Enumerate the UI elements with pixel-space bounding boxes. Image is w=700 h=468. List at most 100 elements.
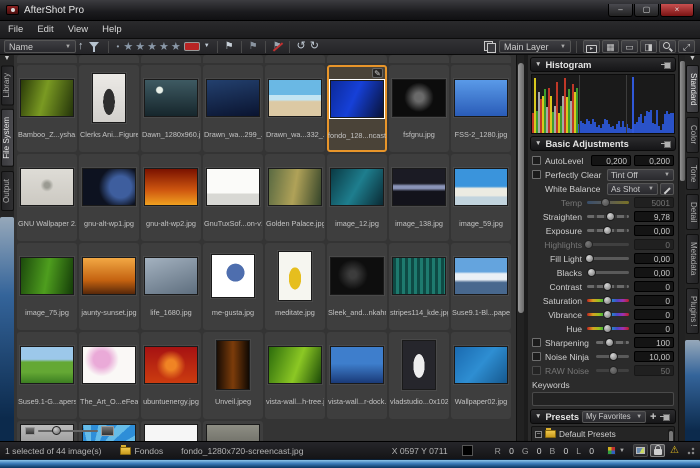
keywords-input[interactable] bbox=[532, 392, 674, 406]
autolevel-high-value[interactable]: 0,200 bbox=[634, 155, 674, 166]
filter-icon[interactable] bbox=[89, 41, 100, 53]
thumbnail-cell[interactable]: GNU Wallpaper 2.jpg bbox=[17, 154, 77, 241]
thumbnail-cell[interactable]: Wallpaper02.jpg bbox=[451, 332, 511, 419]
slider-handle[interactable] bbox=[603, 282, 612, 291]
tab-tone[interactable]: Tone bbox=[686, 157, 699, 190]
presets-favorites-dropdown[interactable]: My Favorites ▼ bbox=[582, 411, 646, 423]
close-button[interactable]: × bbox=[660, 4, 694, 17]
slider-value[interactable]: 50 bbox=[634, 365, 674, 376]
slider-value[interactable]: 0 bbox=[634, 281, 674, 292]
noise-ninja-slider[interactable] bbox=[596, 355, 629, 358]
thumbnail-cell-cut[interactable] bbox=[79, 55, 139, 63]
vibrance-slider[interactable] bbox=[587, 313, 629, 316]
thumbnail-cell[interactable]: Unveil.jpeg bbox=[203, 332, 263, 419]
autolevel-low-value[interactable]: 0,200 bbox=[591, 155, 631, 166]
thumbnail-cell[interactable]: ubuntuenergy.jpg bbox=[141, 332, 201, 419]
thumbnail-cell-cut[interactable] bbox=[327, 55, 387, 63]
slider-handle[interactable] bbox=[584, 240, 593, 249]
white-balance-dropper-button[interactable] bbox=[660, 183, 674, 195]
star-rating-2[interactable]: ★ bbox=[135, 40, 145, 53]
basic-adjustments-header[interactable]: ▼ Basic Adjustments bbox=[530, 136, 676, 151]
title-bar[interactable]: AfterShot Pro – ▢ × bbox=[0, 0, 700, 21]
autolevel-checkbox[interactable] bbox=[532, 156, 541, 165]
flag-clear-icon[interactable]: ⚑ bbox=[273, 41, 282, 52]
slider-value[interactable]: 5001 bbox=[634, 197, 674, 208]
blacks-slider[interactable] bbox=[587, 271, 629, 274]
collapse-icon[interactable]: ▼ bbox=[535, 140, 541, 147]
rotate-left-icon[interactable]: ↺ bbox=[297, 40, 306, 53]
slider-handle[interactable] bbox=[601, 198, 610, 207]
contrast-slider[interactable] bbox=[587, 285, 629, 288]
collapse-icon[interactable]: ▼ bbox=[535, 61, 541, 68]
thumbnail-cell[interactable]: FSS-2_1280.jpg bbox=[451, 65, 511, 152]
preset-folder-row[interactable]: − Default Presets bbox=[535, 429, 671, 439]
slider-handle[interactable] bbox=[606, 212, 615, 221]
perfectly-clear-checkbox[interactable] bbox=[532, 170, 541, 179]
pin-icon[interactable] bbox=[661, 60, 671, 69]
collapse-box-icon[interactable]: − bbox=[535, 431, 542, 438]
color-management-dropdown-icon[interactable]: ▼ bbox=[619, 448, 625, 454]
tab-library[interactable]: Library bbox=[1, 65, 14, 105]
thumbnail-cell[interactable]: vista-wall...r-dock.jpg bbox=[327, 332, 387, 419]
collapse-icon[interactable]: ▼ bbox=[535, 413, 541, 420]
maximize-button[interactable]: ▢ bbox=[634, 4, 659, 17]
current-folder[interactable]: Fondos bbox=[135, 446, 164, 456]
thumbnail-cell[interactable]: image_138.jpg bbox=[389, 154, 449, 241]
slider-handle[interactable] bbox=[587, 268, 596, 277]
warning-button[interactable]: ⚠ bbox=[667, 444, 682, 457]
thumbnail-cell[interactable]: Bamboo_Z...ysha.jpg bbox=[17, 65, 77, 152]
tab-output[interactable]: Output bbox=[1, 171, 14, 211]
single-view-button[interactable]: ▭ bbox=[621, 40, 638, 53]
magnifier-button[interactable] bbox=[659, 40, 676, 53]
straighten-slider[interactable] bbox=[587, 215, 629, 218]
split-view-button[interactable]: ◨ bbox=[640, 40, 657, 53]
tab-metadata[interactable]: Metadata bbox=[686, 234, 699, 283]
rotate-right-icon[interactable]: ↻ bbox=[310, 40, 319, 53]
color-management-button[interactable] bbox=[604, 444, 619, 457]
slider-value[interactable]: 0 bbox=[634, 323, 674, 334]
slider-value[interactable]: 100 bbox=[634, 337, 674, 348]
layer-dropdown[interactable]: Main Layer ▼ bbox=[499, 40, 571, 53]
thumbnail-cell-cut[interactable] bbox=[265, 55, 325, 63]
thumbnail-cell[interactable]: Drawn_wa...332_.jpg bbox=[265, 65, 325, 152]
thumbnail-cell-cut[interactable] bbox=[451, 55, 511, 63]
slider-handle[interactable] bbox=[609, 366, 618, 375]
thumbnail-cell[interactable]: Suse9.1-G...apers.jpg bbox=[17, 332, 77, 419]
slider-value[interactable]: 0 bbox=[634, 239, 674, 250]
add-preset-button[interactable]: + bbox=[650, 412, 656, 422]
thumbnail-cell[interactable]: GnuTuxSof...on-v1.jpg bbox=[203, 154, 263, 241]
minimize-button[interactable]: – bbox=[608, 4, 633, 17]
slider-value[interactable]: 0,00 bbox=[634, 253, 674, 264]
slider-handle[interactable] bbox=[603, 310, 612, 319]
resize-grip[interactable] bbox=[687, 447, 695, 455]
tab-color[interactable]: Color bbox=[686, 117, 699, 152]
thumbnail-cell-partial[interactable] bbox=[203, 421, 263, 441]
thumbnail-cell[interactable]: gnu-alt-wp2.jpg bbox=[141, 154, 201, 241]
slider-value[interactable]: 0 bbox=[634, 295, 674, 306]
sort-direction-button[interactable]: ↑ bbox=[78, 40, 84, 53]
thumbnail-cell[interactable]: vista-wall...h-tree.jpg bbox=[265, 332, 325, 419]
raw-noise-checkbox[interactable] bbox=[532, 366, 541, 375]
thumbnail-cell[interactable]: Golden Palace.jpg bbox=[265, 154, 325, 241]
slider-handle[interactable] bbox=[603, 226, 612, 235]
slider-value[interactable]: 0 bbox=[634, 309, 674, 320]
thumbnail-cell[interactable]: meditate.jpg bbox=[265, 243, 325, 330]
grid-scrollbar[interactable] bbox=[516, 55, 524, 441]
star-rating-3[interactable]: ★ bbox=[147, 40, 157, 53]
presets-header[interactable]: ▼ Presets My Favorites ▼ + bbox=[530, 409, 676, 424]
presets-scrollbar[interactable] bbox=[668, 429, 673, 441]
flag-pick-icon[interactable]: ⚑ bbox=[225, 41, 234, 52]
thumbnail-cell-cut[interactable] bbox=[203, 55, 263, 63]
panel-scrollbar[interactable] bbox=[678, 55, 685, 441]
thumbnail-view-button[interactable]: ▦ bbox=[602, 40, 619, 53]
menu-edit[interactable]: Edit bbox=[37, 24, 53, 35]
noise-ninja-checkbox[interactable] bbox=[532, 352, 541, 361]
slider-value[interactable]: 0,00 bbox=[634, 225, 674, 236]
slider-handle[interactable] bbox=[605, 338, 614, 347]
menu-file[interactable]: File bbox=[8, 24, 23, 35]
layers-icon[interactable] bbox=[484, 41, 495, 52]
slider-handle[interactable] bbox=[603, 296, 612, 305]
lock-button[interactable] bbox=[650, 444, 665, 457]
histogram-header[interactable]: ▼ Histogram bbox=[530, 57, 676, 72]
thumbnail-cell[interactable]: image_12.jpg bbox=[327, 154, 387, 241]
